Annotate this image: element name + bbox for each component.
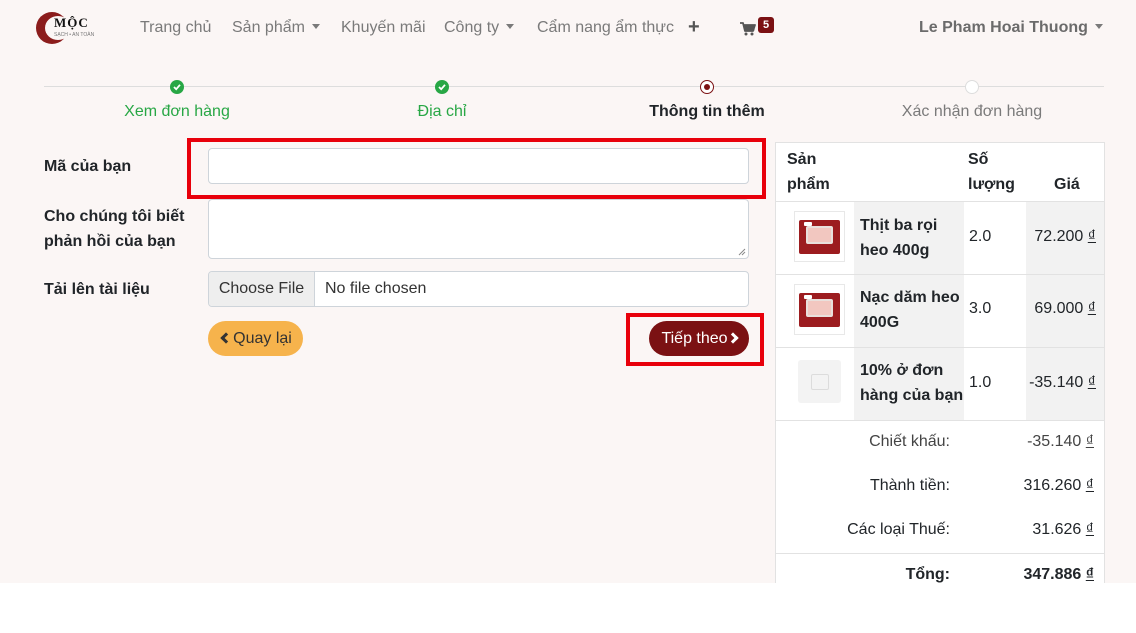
back-button-label: Quay lại <box>233 330 292 347</box>
logo-tagline: SẠCH • AN TOÀN <box>54 32 95 38</box>
discount-value: -35.140 ₫ <box>1027 433 1094 451</box>
next-button[interactable]: Tiếp theo <box>649 321 749 356</box>
cart-count-badge[interactable]: 5 <box>758 17 774 33</box>
discount-amount: -35.140 <box>1027 433 1082 450</box>
product-name[interactable]: Nạc dăm heo 400G <box>860 285 970 335</box>
plus-icon[interactable]: + <box>688 16 700 39</box>
product-quantity: 3.0 <box>969 300 992 317</box>
next-button-label: Tiếp theo <box>661 330 728 347</box>
logo-text: MỘC <box>54 15 89 30</box>
total-label: Tổng: <box>905 566 950 583</box>
voucher-image <box>794 356 845 407</box>
user-name: Le Pham Hoai Thuong <box>919 19 1088 36</box>
product-image[interactable] <box>794 284 845 335</box>
nav-company[interactable]: Công ty <box>444 19 515 37</box>
divider <box>776 553 1104 554</box>
nav-home[interactable]: Trang chủ <box>140 19 211 37</box>
brand-logo[interactable]: MỘC SẠCH • AN TOÀN <box>36 12 108 46</box>
divider <box>776 420 1104 421</box>
col-product-header: Sản phẩm <box>787 151 830 193</box>
caret-down-icon <box>1094 24 1103 29</box>
currency-symbol: ₫ <box>1085 521 1094 538</box>
step-extra-info: Thông tin thêm <box>649 103 765 120</box>
price-value: 72.200 <box>1034 228 1084 245</box>
product-name[interactable]: Thịt ba rọi heo 400g <box>860 213 970 263</box>
order-summary: Sản phẩm Số lượng Giá Thịt ba rọi heo 40… <box>775 142 1105 583</box>
tax-amount: 31.626 <box>1032 521 1082 538</box>
caret-down-icon <box>506 24 515 29</box>
total-value: 347.886 ₫ <box>1023 566 1094 583</box>
feedback-label: Cho chúng tôi biết phản hồi của bạn <box>44 208 185 250</box>
step-1-check-icon <box>170 80 184 94</box>
currency-symbol: ₫ <box>1085 566 1094 583</box>
file-upload-input[interactable]: Choose File No file chosen <box>208 271 749 307</box>
subtotal-label: Thành tiền: <box>869 477 950 494</box>
checkout-page: MỘC SẠCH • AN TOÀN Trang chủ Sản phẩm Kh… <box>0 0 1136 583</box>
tax-label: Các loại Thuế: <box>847 521 950 538</box>
nav-products-label: Sản phẩm <box>232 19 305 36</box>
tax-value: 31.626 ₫ <box>1032 521 1094 539</box>
choose-file-button[interactable]: Choose File <box>209 272 315 306</box>
nav-cooking-guide[interactable]: Cẩm nang ẩm thực <box>537 19 674 37</box>
currency-symbol: ₫ <box>1085 477 1094 494</box>
feedback-textarea[interactable] <box>208 199 749 259</box>
currency-symbol: ₫ <box>1087 300 1096 317</box>
col-quantity-header: Số lượng <box>968 151 1015 193</box>
step-4-pending-dot <box>965 80 979 94</box>
step-review-order[interactable]: Xem đơn hàng <box>124 103 230 121</box>
nav-promotions[interactable]: Khuyến mãi <box>341 19 426 37</box>
nav-company-label: Công ty <box>444 19 500 36</box>
product-quantity: 2.0 <box>969 228 992 245</box>
step-3-current-dot <box>700 80 714 94</box>
price-value: 69.000 <box>1034 300 1084 317</box>
step-address[interactable]: Địa chỉ <box>418 103 467 121</box>
chevron-left-icon <box>220 332 232 344</box>
code-input[interactable] <box>208 148 749 184</box>
step-confirm-order: Xác nhận đơn hàng <box>901 103 1043 120</box>
product-name: 10% ở đơn hàng của bạn <box>860 362 964 404</box>
code-label: Mã của bạn <box>44 158 132 175</box>
product-price: -35.140 ₫ <box>1029 374 1096 392</box>
navbar: MỘC SẠCH • AN TOÀN Trang chủ Sản phẩm Kh… <box>0 0 1136 60</box>
stepper-track <box>44 86 1104 87</box>
subtotal-amount: 316.260 <box>1023 477 1082 494</box>
resize-grip-icon[interactable] <box>738 248 746 256</box>
currency-symbol: ₫ <box>1087 228 1096 245</box>
file-name-text: No file chosen <box>325 280 427 297</box>
nav-products[interactable]: Sản phẩm <box>232 19 320 37</box>
step-2-check-icon <box>435 80 449 94</box>
total-amount: 347.886 <box>1023 566 1082 583</box>
upload-label: Tải lên tài liệu <box>44 281 150 298</box>
product-price: 69.000 ₫ <box>1034 300 1096 318</box>
back-button[interactable]: Quay lại <box>208 321 303 356</box>
currency-symbol: ₫ <box>1085 433 1094 450</box>
chevron-right-icon <box>726 332 739 344</box>
product-image[interactable] <box>794 211 845 262</box>
user-menu[interactable]: Le Pham Hoai Thuong <box>919 19 1103 37</box>
subtotal-value: 316.260 ₫ <box>1023 477 1094 495</box>
cart-icon[interactable] <box>740 22 756 36</box>
discount-label: Chiết khấu: <box>869 433 950 450</box>
product-quantity: 1.0 <box>969 374 992 391</box>
col-price-header: Giá <box>1054 176 1080 193</box>
price-value: -35.140 <box>1029 374 1084 391</box>
currency-symbol: ₫ <box>1087 374 1096 391</box>
caret-down-icon <box>311 24 320 29</box>
product-price: 72.200 ₫ <box>1034 228 1096 246</box>
